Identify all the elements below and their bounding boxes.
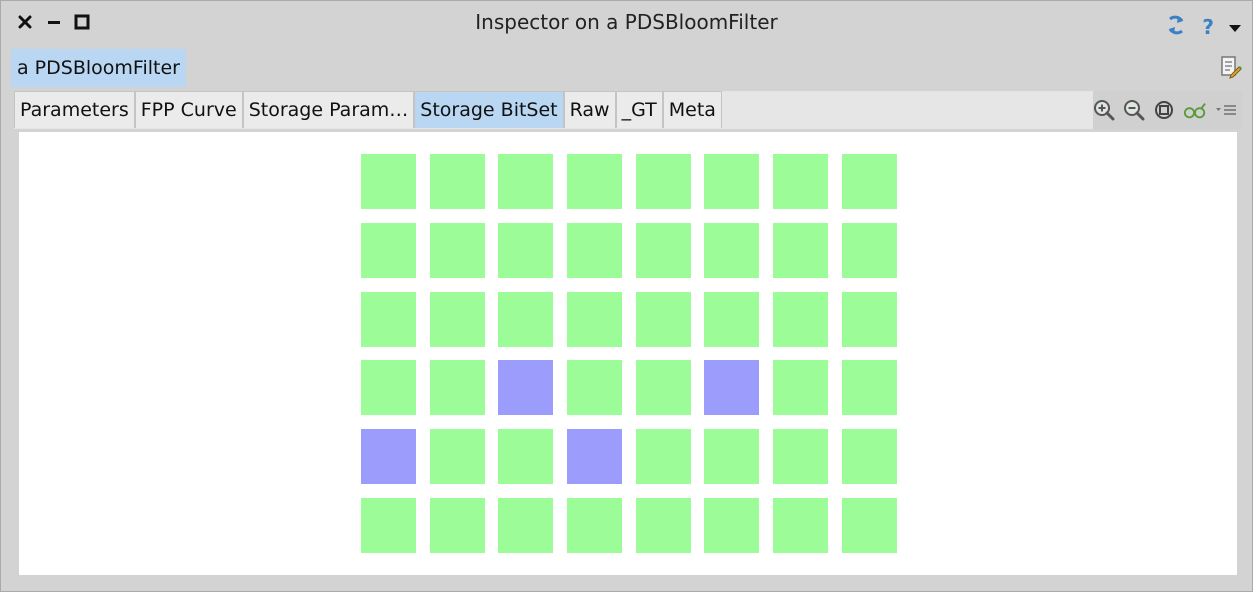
- zoom-fit-icon[interactable]: [1153, 98, 1175, 122]
- bit-cell-unset[interactable]: [635, 497, 691, 553]
- bit-cell-unset[interactable]: [841, 497, 897, 553]
- edit-code-icon[interactable]: [1220, 55, 1242, 83]
- bit-cell-unset[interactable]: [498, 429, 554, 485]
- tab-storage-bitset[interactable]: Storage BitSet: [414, 91, 564, 128]
- bit-cell-unset[interactable]: [773, 497, 829, 553]
- presentation-tabs: Parameters FPP Curve Storage Param… Stor…: [14, 91, 722, 129]
- bit-cell-unset[interactable]: [635, 291, 691, 347]
- bit-cell-unset[interactable]: [841, 360, 897, 416]
- tab-storage-parameters[interactable]: Storage Param…: [242, 91, 415, 128]
- window-title: Inspector on a PDSBloomFilter: [475, 10, 778, 34]
- bit-cell-unset[interactable]: [841, 222, 897, 278]
- bit-cell-unset[interactable]: [567, 497, 623, 553]
- bit-cell-unset[interactable]: [361, 154, 416, 209]
- title-right-icons: ?: [1164, 13, 1242, 41]
- tab-parameters[interactable]: Parameters: [14, 91, 135, 128]
- bit-cell-unset[interactable]: [361, 291, 416, 347]
- bit-cell-unset[interactable]: [704, 154, 760, 209]
- bit-cell-unset[interactable]: [567, 360, 623, 416]
- bit-cell-unset[interactable]: [841, 291, 897, 347]
- view-toolbar: [1093, 91, 1243, 129]
- bit-cell-unset[interactable]: [635, 360, 691, 416]
- dropdown-menu-icon[interactable]: [1215, 98, 1237, 122]
- presentation-tabstrip: Parameters FPP Curve Storage Param… Stor…: [14, 91, 1243, 129]
- zoom-out-icon[interactable]: [1123, 98, 1145, 122]
- bit-cell-unset[interactable]: [841, 429, 897, 485]
- bit-cell-set[interactable]: [704, 360, 760, 416]
- bit-cell-unset[interactable]: [429, 291, 485, 347]
- bit-cell-unset[interactable]: [361, 222, 416, 278]
- object-tab[interactable]: a PDSBloomFilter: [11, 49, 186, 87]
- bit-cell-unset[interactable]: [361, 497, 416, 553]
- bit-cell-unset[interactable]: [498, 497, 554, 553]
- bit-cell-unset[interactable]: [429, 360, 485, 416]
- bit-cell-unset[interactable]: [773, 429, 829, 485]
- bit-cell-unset[interactable]: [567, 154, 623, 209]
- bit-cell-unset[interactable]: [361, 360, 416, 416]
- tab-gt[interactable]: _GT: [615, 91, 663, 128]
- bit-cell-unset[interactable]: [498, 222, 554, 278]
- bit-cell-unset[interactable]: [635, 154, 691, 209]
- bit-cell-unset[interactable]: [429, 497, 485, 553]
- bit-cell-unset[interactable]: [773, 154, 829, 209]
- help-icon[interactable]: ?: [1202, 17, 1214, 37]
- inspector-window: Inspector on a PDSBloomFilter ? a PDSBlo…: [0, 0, 1253, 592]
- bit-cell-unset[interactable]: [429, 429, 485, 485]
- bitset-grid: [361, 154, 897, 553]
- bit-cell-unset[interactable]: [773, 360, 829, 416]
- bit-cell-unset[interactable]: [704, 497, 760, 553]
- bit-cell-unset[interactable]: [567, 291, 623, 347]
- bit-cell-unset[interactable]: [498, 154, 554, 209]
- bit-cell-set[interactable]: [567, 429, 623, 485]
- bit-cell-unset[interactable]: [704, 222, 760, 278]
- bit-cell-unset[interactable]: [841, 154, 897, 209]
- bit-cell-unset[interactable]: [704, 291, 760, 347]
- bit-cell-unset[interactable]: [429, 154, 485, 209]
- bit-cell-unset[interactable]: [635, 429, 691, 485]
- bit-cell-set[interactable]: [498, 360, 554, 416]
- menu-down-icon[interactable]: [1228, 18, 1242, 37]
- bit-cell-unset[interactable]: [773, 291, 829, 347]
- title-bar[interactable]: Inspector on a PDSBloomFilter ?: [1, 1, 1252, 43]
- bit-cell-unset[interactable]: [498, 291, 554, 347]
- bit-cell-unset[interactable]: [704, 429, 760, 485]
- bit-cell-unset[interactable]: [429, 222, 485, 278]
- bit-cell-unset[interactable]: [773, 222, 829, 278]
- bit-cell-set[interactable]: [361, 429, 416, 485]
- tab-meta[interactable]: Meta: [662, 91, 722, 128]
- bit-cell-unset[interactable]: [635, 222, 691, 278]
- zoom-in-icon[interactable]: [1093, 98, 1115, 122]
- tab-fpp-curve[interactable]: FPP Curve: [134, 91, 243, 128]
- tab-raw[interactable]: Raw: [563, 91, 616, 128]
- bitset-view: [19, 132, 1237, 575]
- bit-cell-unset[interactable]: [567, 222, 623, 278]
- refresh-icon[interactable]: [1164, 13, 1188, 41]
- glasses-icon[interactable]: [1183, 98, 1207, 122]
